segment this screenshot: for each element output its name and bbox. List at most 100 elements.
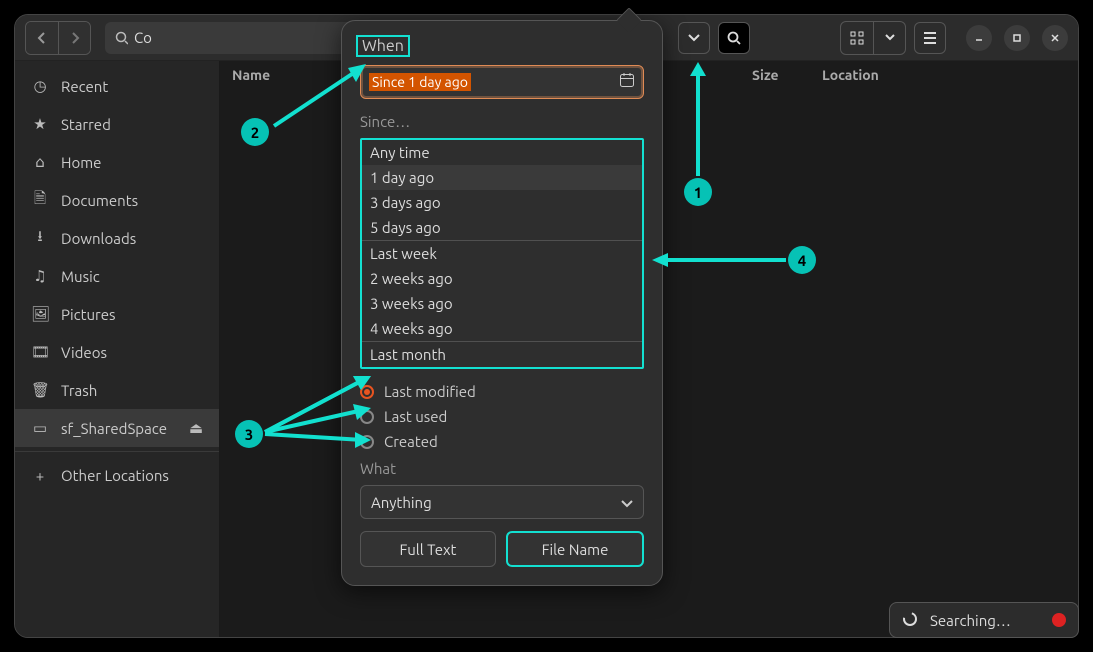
hamburger-icon [923, 32, 937, 44]
since-option-5-days[interactable]: 5 days ago [362, 215, 642, 240]
radio-created[interactable]: Created [360, 433, 644, 450]
sidebar-item-label: Pictures [61, 306, 116, 323]
grid-icon [850, 31, 864, 45]
minimize-icon [974, 33, 984, 43]
sidebar-item-pictures[interactable]: 🖼 Pictures [15, 295, 219, 333]
when-label: When [356, 35, 410, 57]
search-icon [727, 31, 741, 45]
what-type-select[interactable]: Anything [360, 485, 644, 519]
when-value-text: Since 1 day ago [369, 73, 471, 91]
chevron-down-icon [688, 34, 700, 42]
popover-tail [616, 7, 641, 32]
file-name-button[interactable]: File Name [506, 531, 644, 567]
minimize-button[interactable] [966, 25, 992, 51]
sidebar-item-label: Downloads [61, 230, 136, 247]
back-button[interactable] [26, 22, 58, 54]
chevron-down-icon [885, 34, 895, 42]
when-value-field[interactable]: Since 1 day ago [360, 65, 644, 99]
calendar-icon[interactable] [619, 72, 635, 92]
view-options-button[interactable] [873, 22, 905, 54]
clock-icon: ◷ [31, 77, 49, 95]
sidebar-item-label: Home [61, 154, 101, 171]
column-location[interactable]: Location [822, 67, 1078, 83]
radio-label: Last modified [384, 383, 476, 400]
trash-icon: 🗑 [31, 381, 49, 399]
since-option-3-days[interactable]: 3 days ago [362, 190, 642, 215]
chevron-left-icon [37, 32, 47, 44]
search-filter-popover: When Since 1 day ago Since… Any time 1 d… [341, 20, 663, 586]
since-option-last-month[interactable]: Last month [362, 342, 642, 367]
search-options-dropdown[interactable] [678, 22, 710, 54]
sidebar-item-label: Starred [61, 116, 111, 133]
sidebar-item-label: Trash [61, 382, 97, 399]
sidebar-item-recent[interactable]: ◷ Recent [15, 67, 219, 105]
sidebar-item-label: Documents [61, 192, 138, 209]
sidebar-item-label: sf_SharedSpace [61, 420, 167, 437]
sidebar-item-downloads[interactable]: ⭳ Downloads [15, 219, 219, 257]
status-bar: Searching… [889, 602, 1079, 638]
sidebar-item-other-locations[interactable]: + Other Locations [15, 456, 219, 494]
since-option-1-day[interactable]: 1 day ago [362, 165, 642, 190]
since-option-any-time[interactable]: Any time [362, 140, 642, 165]
radio-label: Last used [384, 408, 447, 425]
maximize-button[interactable] [1004, 25, 1030, 51]
sidebar-item-home[interactable]: ⌂ Home [15, 143, 219, 181]
sidebar-item-trash[interactable]: 🗑 Trash [15, 371, 219, 409]
window-controls [966, 25, 1068, 51]
since-label: Since… [360, 113, 644, 130]
video-icon: 🎞 [31, 343, 49, 361]
home-icon: ⌂ [31, 153, 49, 171]
search-scope-buttons: Full Text File Name [360, 531, 644, 567]
what-label: What [360, 460, 644, 477]
since-option-2-weeks[interactable]: 2 weeks ago [362, 266, 642, 291]
sidebar-item-label: Videos [61, 344, 107, 361]
hamburger-menu-button[interactable] [914, 22, 946, 54]
since-options-list: Any time 1 day ago 3 days ago 5 days ago… [360, 138, 644, 369]
sidebar-item-videos[interactable]: 🎞 Videos [15, 333, 219, 371]
sidebar-item-starred[interactable]: ★ Starred [15, 105, 219, 143]
column-size[interactable]: Size [752, 67, 822, 83]
search-icon [115, 31, 128, 45]
close-button[interactable] [1042, 25, 1068, 51]
since-option-3-weeks[interactable]: 3 weeks ago [362, 291, 642, 316]
download-icon: ⭳ [31, 226, 49, 251]
forward-button[interactable] [58, 22, 90, 54]
annotation-badge-4: 4 [788, 246, 816, 274]
image-icon: 🖼 [31, 305, 49, 323]
search-toggle-button[interactable] [718, 22, 750, 54]
radio-label: Created [384, 433, 438, 450]
plus-icon: + [31, 467, 49, 484]
music-icon: ♫ [31, 267, 49, 285]
since-option-last-week[interactable]: Last week [362, 241, 642, 266]
grid-view-button[interactable] [841, 22, 873, 54]
radio-last-used[interactable]: Last used [360, 408, 644, 425]
annotation-arrow-1 [686, 62, 710, 178]
since-option-4-weeks[interactable]: 4 weeks ago [362, 316, 642, 341]
sidebar-item-music[interactable]: ♫ Music [15, 257, 219, 295]
record-indicator-icon [1052, 613, 1066, 627]
star-icon: ★ [31, 115, 49, 133]
chevron-down-icon [621, 494, 633, 511]
drive-icon: ▭ [31, 419, 49, 437]
what-value: Anything [371, 494, 432, 511]
radio-last-modified[interactable]: Last modified [360, 383, 644, 400]
annotation-badge-2: 2 [241, 118, 269, 146]
full-text-button[interactable]: Full Text [360, 531, 496, 567]
maximize-icon [1012, 33, 1022, 43]
status-text: Searching… [930, 612, 1011, 629]
eject-icon[interactable]: ⏏ [189, 419, 203, 437]
annotation-arrow-4 [652, 252, 790, 268]
spinner-icon [902, 611, 918, 630]
sidebar: ◷ Recent ★ Starred ⌂ Home 🗎Documents ⭳ Downl… [15, 61, 220, 637]
separator [15, 451, 219, 452]
annotation-arrow-3c [263, 426, 373, 450]
close-icon [1050, 33, 1060, 43]
sidebar-item-label: Music [61, 268, 100, 285]
sidebar-item-shared-space[interactable]: ▭ sf_SharedSpace ⏏ [15, 409, 219, 447]
sidebar-item-label: Other Locations [61, 467, 169, 484]
annotation-badge-3: 3 [235, 420, 263, 448]
nav-buttons [25, 21, 91, 55]
sidebar-item-documents[interactable]: 🗎Documents [15, 181, 219, 219]
sidebar-item-label: Recent [61, 78, 108, 95]
annotation-badge-1: 1 [684, 178, 712, 206]
